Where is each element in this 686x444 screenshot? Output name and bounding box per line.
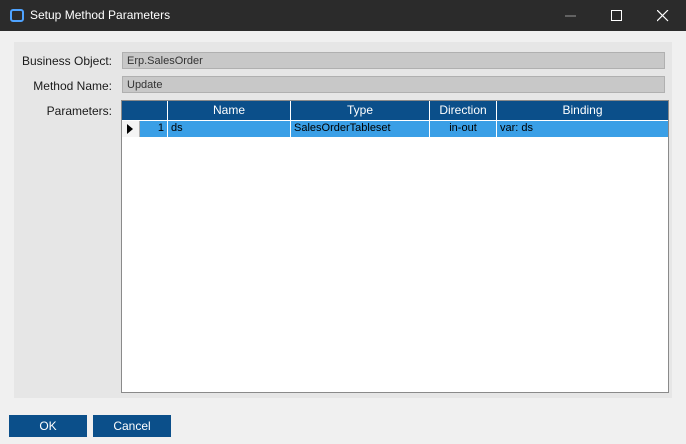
column-header-name[interactable]: Name [168,101,291,120]
direction-cell[interactable]: in-out [430,121,497,137]
minimize-button[interactable] [548,0,594,31]
parameters-grid[interactable]: Name Type Direction Binding 1 ds SalesOr… [121,100,669,393]
form-panel: Business Object: Erp.SalesOrder Method N… [14,42,672,398]
row-indicator[interactable] [122,121,140,137]
binding-cell[interactable]: var: ds [497,121,668,137]
business-object-label: Business Object: [21,54,112,68]
close-button[interactable] [640,0,686,31]
cancel-button[interactable]: Cancel [93,415,171,437]
column-header-direction[interactable]: Direction [430,101,497,120]
grid-header-corner [122,101,168,120]
column-header-binding[interactable]: Binding [497,101,668,120]
row-index-cell: 1 [140,121,168,137]
business-object-field[interactable]: Erp.SalesOrder [122,52,665,69]
row-pointer-icon [127,124,133,134]
app-icon [10,9,24,22]
maximize-button[interactable] [594,0,640,31]
method-name-field[interactable]: Update [122,76,665,93]
table-row[interactable]: 1 ds SalesOrderTableset in-out var: ds [140,121,668,137]
type-cell[interactable]: SalesOrderTableset [291,121,430,137]
parameters-label: Parameters: [46,104,112,118]
minimize-icon [565,15,576,17]
method-name-label: Method Name: [33,79,112,93]
name-cell[interactable]: ds [168,121,291,137]
window-title: Setup Method Parameters [30,8,171,22]
grid-header: Name Type Direction Binding [122,101,668,120]
ok-button[interactable]: OK [9,415,87,437]
title-bar: Setup Method Parameters [0,0,686,31]
column-header-type[interactable]: Type [291,101,430,120]
close-icon [657,10,669,22]
maximize-icon [611,10,622,21]
